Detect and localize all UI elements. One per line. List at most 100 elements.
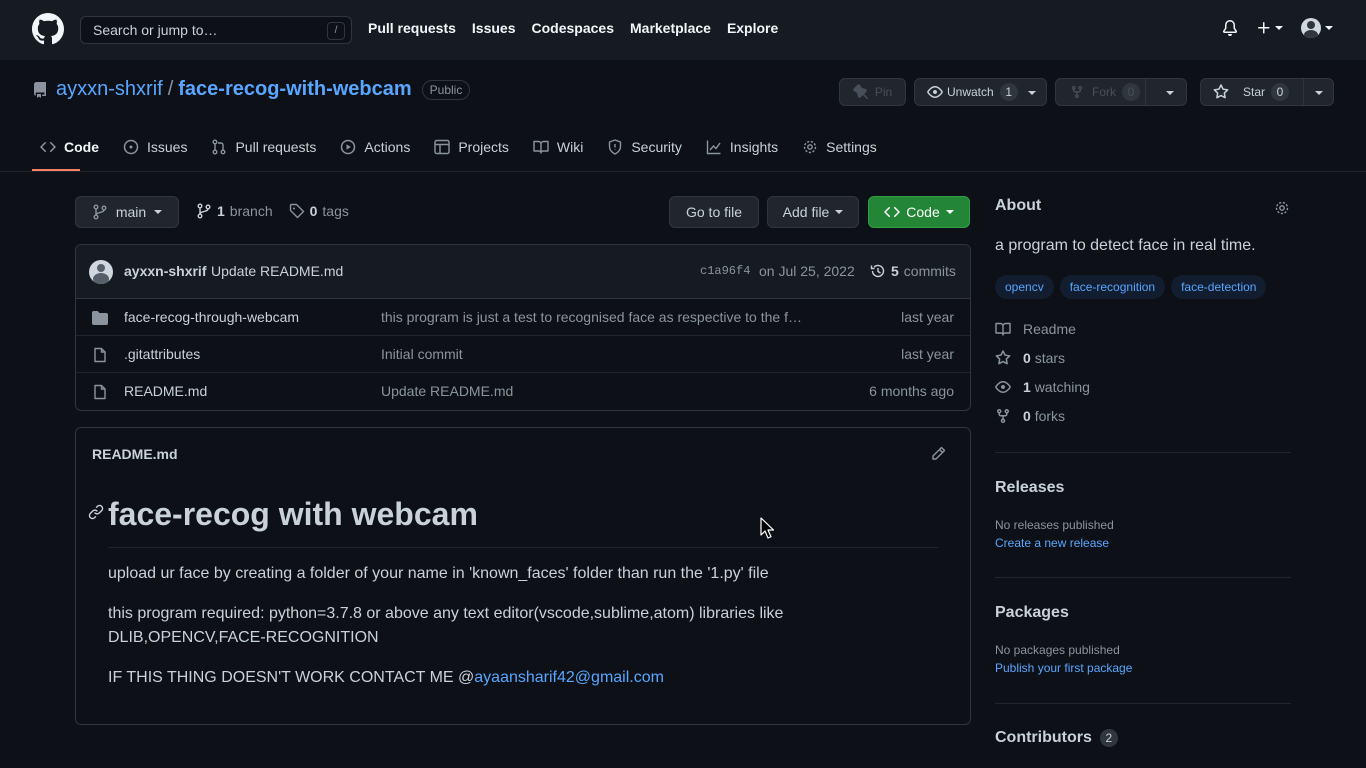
create-new-plus-icon[interactable] <box>1256 20 1283 36</box>
tab-code[interactable]: Code <box>32 131 107 163</box>
go-to-file-button[interactable]: Go to file <box>669 196 759 228</box>
fork-icon <box>1070 85 1084 99</box>
repo-title: ayxxn-shxrif / face-recog-with-webcam Pu… <box>56 78 471 101</box>
fork-button[interactable]: Fork 0 <box>1055 78 1187 106</box>
forks-count: 0 <box>1023 408 1031 424</box>
file-age: last year <box>901 346 954 362</box>
pin-button[interactable]: Pin <box>839 78 906 106</box>
publish-package-link[interactable]: Publish your first package <box>995 661 1132 675</box>
repo-icon <box>32 82 48 98</box>
contributors-heading[interactable]: Contributors <box>995 729 1092 747</box>
pin-label: Pin <box>874 85 893 99</box>
tab-settings-label: Settings <box>826 139 877 155</box>
tag-count: 0 <box>309 203 318 219</box>
create-release-link[interactable]: Create a new release <box>995 536 1109 550</box>
tags-link[interactable]: 0 tags <box>289 203 349 219</box>
code-clone-button[interactable]: Code <box>868 196 970 228</box>
releases-heading[interactable]: Releases <box>995 479 1064 497</box>
tab-insights-label: Insights <box>729 139 779 155</box>
gear-icon[interactable] <box>1274 200 1290 216</box>
file-icon <box>92 384 108 400</box>
file-name-link[interactable]: face-recog-through-webcam <box>124 309 299 325</box>
commit-count-label: commits <box>903 263 956 279</box>
repo-name-link[interactable]: face-recog-with-webcam <box>178 78 411 101</box>
code-icon <box>40 139 56 155</box>
tab-pull-requests[interactable]: Pull requests <box>203 131 324 163</box>
code-button-label: Code <box>906 204 940 220</box>
branches-link[interactable]: 1 branch <box>196 203 273 219</box>
tab-issues[interactable]: Issues <box>115 131 195 163</box>
readme-link-label: Readme <box>1023 321 1076 337</box>
add-file-button[interactable]: Add file <box>767 196 859 228</box>
pin-icon <box>853 84 869 100</box>
stars-link[interactable]: 0 stars <box>995 350 1065 366</box>
readme-link[interactable]: Readme <box>995 321 1076 337</box>
readme-filename[interactable]: README.md <box>92 446 178 462</box>
tab-wiki[interactable]: Wiki <box>525 131 591 163</box>
packages-heading[interactable]: Packages <box>995 604 1069 622</box>
book-icon <box>533 139 549 155</box>
forks-label: forks <box>1034 408 1066 424</box>
commit-author-link[interactable]: ayxxn-shxrif <box>124 263 206 279</box>
fork-dropdown-icon[interactable] <box>1166 89 1174 97</box>
file-list: ayxxn-shxrif Update README.md c1a96f4 on… <box>75 244 971 411</box>
repo-title-separator: / <box>167 78 174 100</box>
stars-count: 0 <box>1023 350 1031 366</box>
repo-owner-link[interactable]: ayxxn-shxrif <box>56 78 163 101</box>
user-avatar-menu[interactable] <box>1301 18 1333 38</box>
mouse-cursor-icon <box>760 517 774 539</box>
nav-marketplace[interactable]: Marketplace <box>630 20 711 36</box>
star-button[interactable]: Star 0 <box>1200 78 1334 106</box>
tab-insights[interactable]: Insights <box>698 131 786 163</box>
visibility-badge: Public <box>421 79 471 100</box>
table-row[interactable]: .gitattributes Initial commit last year <box>76 336 970 373</box>
watchers-link[interactable]: 1 watching <box>995 379 1090 395</box>
topic-tag[interactable]: face-detection <box>1171 275 1267 299</box>
graph-icon <box>706 139 722 155</box>
file-commit-message[interactable]: Update README.md <box>381 383 821 399</box>
topic-tag[interactable]: opencv <box>995 275 1054 299</box>
star-dropdown-icon[interactable] <box>1315 89 1323 97</box>
commit-message-link[interactable]: Update README.md <box>211 263 343 279</box>
repo-tabs: Code Issues Pull requests Actions Projec… <box>32 131 893 171</box>
notifications-bell-icon[interactable] <box>1222 20 1238 36</box>
tab-projects[interactable]: Projects <box>426 131 517 163</box>
topic-tag[interactable]: face-recognition <box>1059 275 1166 299</box>
watch-button[interactable]: Unwatch 1 <box>914 78 1047 106</box>
github-logo-icon[interactable] <box>32 13 64 45</box>
tab-security[interactable]: Security <box>599 131 690 163</box>
tab-actions[interactable]: Actions <box>332 131 418 163</box>
table-row[interactable]: README.md Update README.md 6 months ago <box>76 373 970 410</box>
avatar <box>1301 18 1321 38</box>
pencil-edit-icon[interactable] <box>930 446 946 462</box>
star-label: Star <box>1243 85 1266 99</box>
eye-icon <box>927 84 943 100</box>
nav-issues[interactable]: Issues <box>472 20 516 36</box>
search-input[interactable]: Search or jump to… / <box>80 16 352 44</box>
star-count: 0 <box>1271 83 1290 101</box>
commits-history-link[interactable]: 5 commits <box>870 263 956 279</box>
nav-codespaces[interactable]: Codespaces <box>532 20 614 36</box>
tab-projects-label: Projects <box>458 139 509 155</box>
file-name-link[interactable]: .gitattributes <box>124 346 200 362</box>
watch-dropdown-icon[interactable] <box>1028 89 1036 97</box>
avatar[interactable] <box>89 260 113 284</box>
file-age: 6 months ago <box>869 383 954 399</box>
email-link[interactable]: ayaansharif42@gmail.com <box>474 669 664 686</box>
file-name-link[interactable]: README.md <box>124 383 207 399</box>
branch-dropdown-icon <box>154 208 163 216</box>
table-row[interactable]: face-recog-through-webcam this program i… <box>76 299 970 336</box>
shield-icon <box>607 139 623 155</box>
file-commit-message[interactable]: this program is just a test to recognise… <box>381 309 821 325</box>
forks-link[interactable]: 0 forks <box>995 408 1065 424</box>
fork-count: 0 <box>1122 83 1140 101</box>
nav-explore[interactable]: Explore <box>727 20 778 36</box>
nav-pull-requests[interactable]: Pull requests <box>368 20 456 36</box>
commit-sha-link[interactable]: c1a96f4 <box>700 264 750 278</box>
file-commit-message[interactable]: Initial commit <box>381 346 821 362</box>
tab-settings[interactable]: Settings <box>794 131 885 163</box>
branch-selector[interactable]: main <box>75 196 179 228</box>
search-placeholder: Search or jump to… <box>93 22 218 38</box>
star-icon <box>995 350 1011 366</box>
link-anchor-icon[interactable] <box>88 504 104 520</box>
